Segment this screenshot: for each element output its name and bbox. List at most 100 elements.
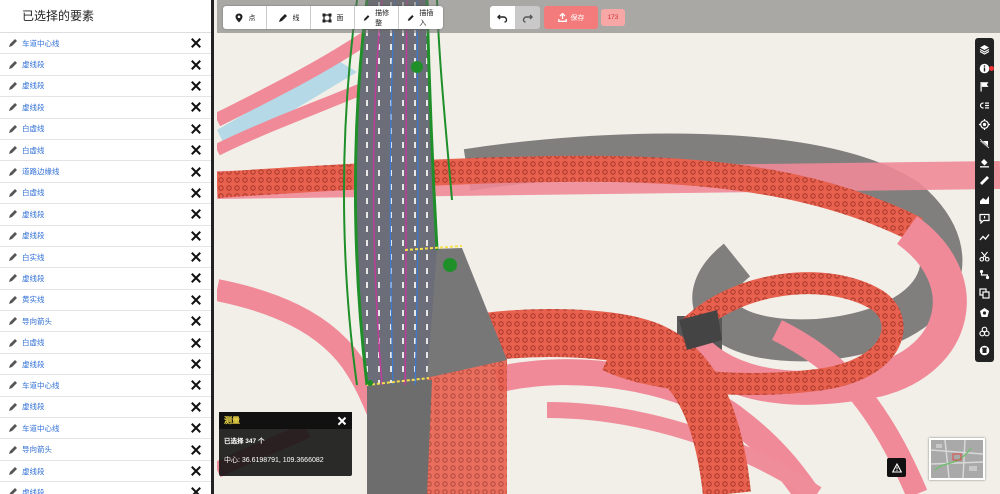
feature-row[interactable]: 道路边缘线: [0, 161, 211, 183]
close-icon[interactable]: [190, 486, 202, 494]
feature-row[interactable]: 白实线: [0, 247, 211, 269]
close-icon[interactable]: [190, 80, 202, 92]
feature-row[interactable]: 虚线段: [0, 268, 211, 290]
feature-row[interactable]: 虚线段: [0, 97, 211, 119]
ruler-button[interactable]: [975, 172, 994, 191]
close-icon[interactable]: [190, 144, 202, 156]
feature-row[interactable]: 导向箭头: [0, 311, 211, 333]
feature-label[interactable]: 虚线段: [22, 401, 190, 412]
feature-row[interactable]: 白虚线: [0, 183, 211, 205]
feature-row[interactable]: 虚线段: [0, 461, 211, 483]
feature-label[interactable]: 白虚线: [22, 337, 190, 348]
feature-row[interactable]: 白虚线: [0, 332, 211, 354]
feature-label[interactable]: 车道中心线: [22, 38, 190, 49]
feature-row[interactable]: 车道中心线: [0, 418, 211, 440]
info-button[interactable]: [975, 59, 994, 78]
list-button[interactable]: [975, 96, 994, 115]
feature-label[interactable]: 虚线段: [22, 466, 190, 477]
close-icon[interactable]: [190, 251, 202, 263]
copy-button[interactable]: [975, 284, 994, 303]
minimap[interactable]: [929, 438, 985, 480]
close-icon[interactable]: [190, 187, 202, 199]
feature-label[interactable]: 虚线段: [22, 80, 190, 91]
close-icon[interactable]: [190, 379, 202, 391]
close-icon[interactable]: [190, 422, 202, 434]
pencil-icon: [9, 467, 17, 475]
selected-count-text: 已选择 347 个: [224, 438, 265, 445]
close-icon[interactable]: [190, 166, 202, 178]
feature-label[interactable]: 虚线段: [22, 59, 190, 70]
close-icon[interactable]: [190, 315, 202, 327]
feature-label[interactable]: 虚线段: [22, 273, 190, 284]
feature-row[interactable]: 车道中心线: [0, 33, 211, 55]
close-icon[interactable]: [190, 59, 202, 71]
close-icon[interactable]: [190, 294, 202, 306]
close-icon[interactable]: [190, 37, 202, 49]
feature-row[interactable]: 虚线段: [0, 54, 211, 76]
feature-label[interactable]: 虚线段: [22, 102, 190, 113]
feature-label[interactable]: 虚线段: [22, 230, 190, 241]
close-icon[interactable]: [190, 208, 202, 220]
feature-row[interactable]: 白虚线: [0, 119, 211, 140]
polygon-tool-button[interactable]: [975, 303, 994, 322]
redo-button[interactable]: [515, 6, 540, 29]
feature-row[interactable]: 白虚线: [0, 140, 211, 162]
feature-label[interactable]: 黄实线: [22, 294, 190, 305]
feature-label[interactable]: 白虚线: [22, 123, 190, 134]
feature-label[interactable]: 导向箭头: [22, 316, 190, 327]
close-icon[interactable]: [190, 337, 202, 349]
trace-edit-button[interactable]: 描修整: [355, 6, 399, 29]
feature-row[interactable]: 虚线段: [0, 397, 211, 419]
feature-label[interactable]: 白虚线: [22, 187, 190, 198]
issues-button[interactable]: [887, 458, 906, 477]
line-chart-button[interactable]: [975, 228, 994, 247]
route-button[interactable]: [975, 266, 994, 285]
close-icon[interactable]: [190, 123, 202, 135]
close-icon[interactable]: [190, 358, 202, 370]
flag-button[interactable]: [975, 78, 994, 97]
measurement-title: 测量: [224, 416, 240, 425]
close-icon[interactable]: [190, 101, 202, 113]
close-icon[interactable]: [190, 272, 202, 284]
feature-row[interactable]: 虚线段: [0, 204, 211, 226]
close-icon[interactable]: [190, 401, 202, 413]
draw-area-button[interactable]: 面: [311, 6, 355, 29]
pencil-icon: [9, 424, 17, 433]
feature-label[interactable]: 虚线段: [22, 487, 190, 494]
trace-insert-button[interactable]: 描插入: [399, 6, 443, 29]
feature-row[interactable]: 虚线段: [0, 354, 211, 376]
feature-label[interactable]: 车道中心线: [22, 423, 190, 434]
split-button[interactable]: [975, 247, 994, 266]
feature-label[interactable]: 道路边缘线: [22, 166, 190, 177]
feature-row[interactable]: 虚线段: [0, 226, 211, 247]
undo-button[interactable]: [490, 6, 515, 29]
feature-label[interactable]: 白实线: [22, 252, 190, 263]
feature-row[interactable]: 虚线段: [0, 482, 211, 494]
close-icon[interactable]: [190, 465, 202, 477]
feature-row[interactable]: 黄实线: [0, 290, 211, 312]
draw-line-button[interactable]: 线: [267, 6, 311, 29]
comment-button[interactable]: [975, 209, 994, 228]
close-icon[interactable]: [337, 416, 347, 426]
locate-button[interactable]: [975, 115, 994, 134]
close-icon[interactable]: [190, 444, 202, 456]
feature-row[interactable]: 虚线段: [0, 76, 211, 98]
save-button[interactable]: 保存: [544, 6, 598, 29]
layers-button[interactable]: [975, 40, 994, 59]
feature-row[interactable]: 导向箭头: [0, 439, 211, 461]
feature-label[interactable]: 车道中心线: [22, 380, 190, 391]
feature-label[interactable]: 虚线段: [22, 209, 190, 220]
visibility-button[interactable]: [975, 134, 994, 153]
delete-button[interactable]: [975, 341, 994, 360]
circles-button[interactable]: [975, 322, 994, 341]
feature-label[interactable]: 白虚线: [22, 145, 190, 156]
draw-point-button[interactable]: 点: [223, 6, 267, 29]
feature-list: 车道中心线 虚线段 虚线段 虚线段 白虚线 白虚线 道路边缘线 白虚线 虚线段 虚线段 白实线 虚线段…: [0, 33, 211, 494]
feature-row[interactable]: 车道中心线: [0, 375, 211, 397]
area-button[interactable]: [975, 190, 994, 209]
feature-label[interactable]: 导向箭头: [22, 444, 190, 455]
pencil-icon: [9, 488, 17, 494]
close-icon[interactable]: [190, 230, 202, 242]
feature-label[interactable]: 虚线段: [22, 359, 190, 370]
paint-button[interactable]: [975, 153, 994, 172]
